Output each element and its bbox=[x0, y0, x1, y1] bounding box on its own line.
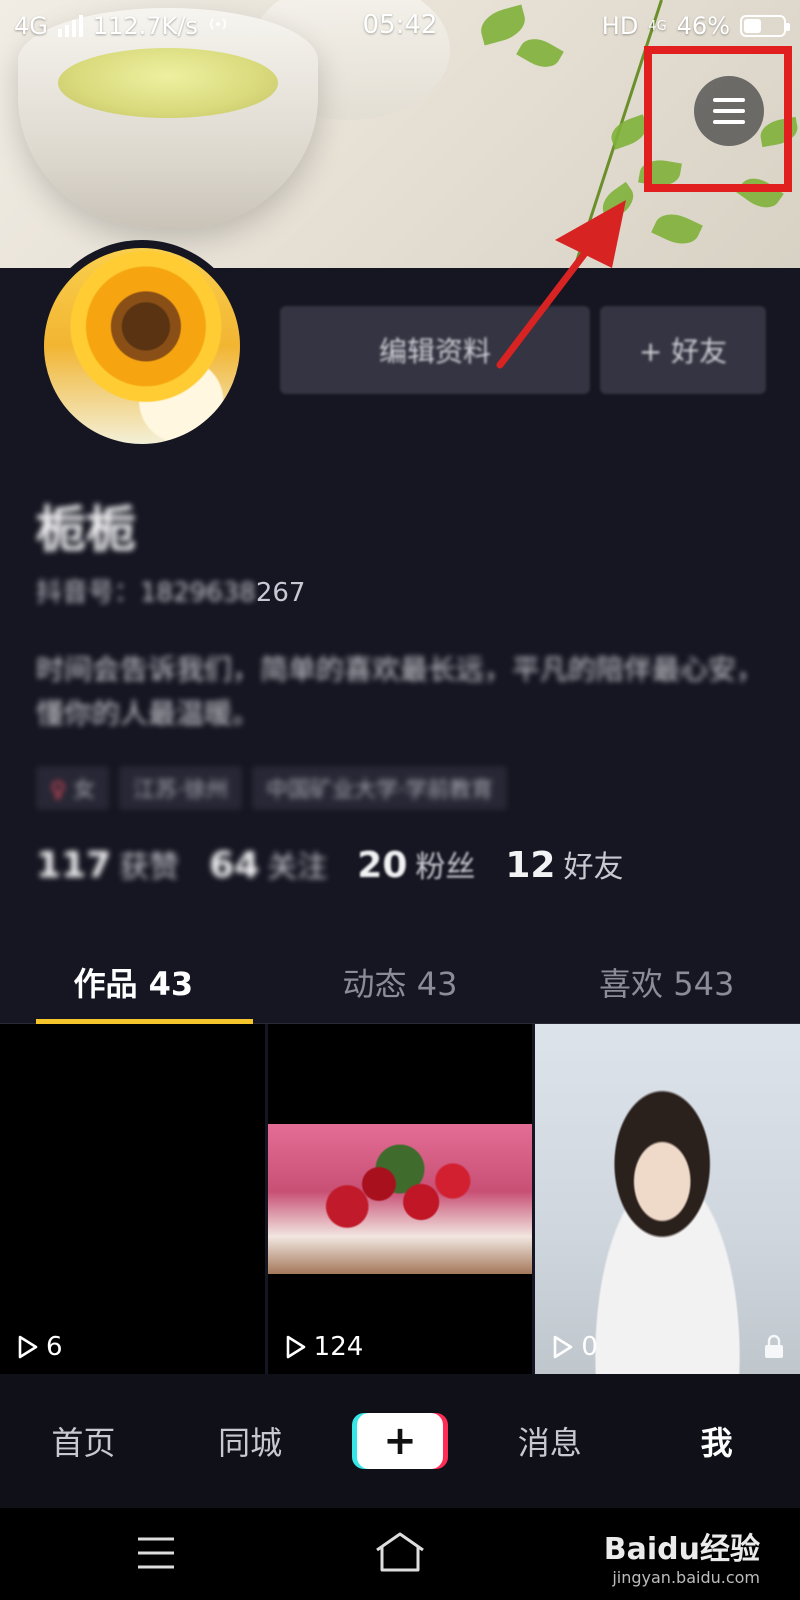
play-count: 0 bbox=[549, 1332, 598, 1362]
tab-likes[interactable]: 喜欢 543 bbox=[533, 940, 800, 1023]
douyin-id-visible: 267 bbox=[255, 578, 306, 608]
stat-following-count: 64 bbox=[209, 845, 260, 886]
baidu-watermark: Baidu经验 jingyan.baidu.com bbox=[604, 1524, 760, 1587]
nav-local[interactable]: 同城 bbox=[190, 1418, 310, 1464]
nav-home[interactable]: 首页 bbox=[23, 1418, 143, 1464]
stat-friends[interactable]: 12 好友 bbox=[505, 842, 623, 886]
cover-fern-leaf bbox=[651, 207, 703, 251]
nav-messages[interactable]: 消息 bbox=[490, 1418, 610, 1464]
school-tag: 中国矿业大学·学前教育 bbox=[252, 766, 508, 810]
profile-bio: 时间会告诉我们，简单的喜欢最长远，平凡的陪伴最心安，懂你的人最温暖。 bbox=[36, 653, 765, 730]
play-count: 124 bbox=[282, 1332, 364, 1362]
hd-indicator: HD bbox=[601, 12, 639, 40]
stat-following[interactable]: 64 关注 bbox=[209, 842, 327, 886]
gender-tag-label: 女 bbox=[73, 778, 96, 803]
stat-likes-count: 117 bbox=[36, 845, 112, 886]
home-icon[interactable] bbox=[374, 1530, 426, 1574]
tab-works[interactable]: 作品 43 bbox=[0, 940, 267, 1024]
tab-activity[interactable]: 动态 43 bbox=[267, 940, 534, 1023]
stat-friends-label: 好友 bbox=[563, 850, 624, 885]
recent-apps-icon[interactable] bbox=[136, 1536, 176, 1570]
play-icon bbox=[286, 1335, 305, 1359]
hotspot-icon bbox=[208, 12, 228, 40]
gender-tag: ♀ 女 bbox=[36, 766, 110, 810]
profile-stats: 117 获赞 64 关注 20 粉丝 12 好友 bbox=[36, 842, 623, 886]
portrait-image bbox=[535, 1024, 800, 1374]
douyin-id-hidden: 1829638 bbox=[140, 578, 256, 608]
douyin-id: 抖音号：1829638267 bbox=[36, 572, 305, 609]
signal-icon bbox=[57, 15, 83, 37]
stat-likes[interactable]: 117 获赞 bbox=[36, 842, 179, 886]
stat-followers-count: 20 bbox=[357, 845, 408, 886]
stat-followers-label: 粉丝 bbox=[415, 850, 476, 885]
network-type: 4G bbox=[14, 12, 48, 40]
watermark-logo: Baidu经验 bbox=[603, 1532, 760, 1567]
play-count-value: 0 bbox=[581, 1332, 598, 1362]
system-navigation-bar: Baidu经验 jingyan.baidu.com bbox=[0, 1508, 800, 1600]
battery-percent: 46% bbox=[676, 12, 730, 40]
status-bar: 4G 112.7K/s 05:42 HD 4G 46% bbox=[0, 0, 800, 52]
video-grid: 6 124 0 bbox=[0, 1024, 800, 1374]
lock-icon bbox=[765, 1334, 784, 1358]
avatar-frame[interactable] bbox=[36, 240, 248, 452]
avatar[interactable] bbox=[44, 248, 240, 444]
profile-name: 栀栀 bbox=[36, 501, 136, 559]
video-thumbnail[interactable]: 6 bbox=[0, 1024, 265, 1374]
annotation-highlight-box bbox=[644, 46, 792, 192]
battery-level bbox=[744, 19, 761, 33]
stat-following-label: 关注 bbox=[267, 850, 328, 885]
profile-tags: ♀ 女 江苏·徐州 中国矿业大学·学前教育 bbox=[36, 766, 508, 810]
video-thumbnail[interactable]: 0 bbox=[535, 1024, 800, 1374]
network-speed: 112.7K/s bbox=[92, 12, 198, 40]
add-friend-button[interactable]: + 好友 bbox=[600, 306, 766, 394]
cover-fern-leaf bbox=[596, 181, 640, 223]
edit-profile-button[interactable]: 编辑资料 bbox=[280, 306, 590, 394]
play-count-value: 124 bbox=[313, 1332, 364, 1362]
nav-me[interactable]: 我 bbox=[657, 1418, 777, 1464]
cover-tea bbox=[58, 48, 278, 118]
play-count: 6 bbox=[14, 1332, 63, 1362]
play-icon bbox=[18, 1335, 38, 1359]
bouquet-image bbox=[267, 1124, 533, 1274]
bottom-navigation: 首页 同城 + 消息 我 bbox=[0, 1374, 800, 1508]
video-thumbnail[interactable]: 124 bbox=[267, 1024, 533, 1374]
content-tabs: 作品 43 动态 43 喜欢 543 bbox=[0, 940, 800, 1024]
play-count-value: 6 bbox=[46, 1332, 63, 1362]
stat-friends-count: 12 bbox=[505, 845, 556, 886]
create-button[interactable]: + bbox=[356, 1413, 443, 1469]
douyin-id-label: 抖音号： bbox=[36, 578, 141, 608]
stat-followers[interactable]: 20 粉丝 bbox=[357, 842, 475, 886]
battery-icon bbox=[740, 15, 790, 37]
stat-likes-label: 获赞 bbox=[119, 850, 180, 885]
watermark-url: jingyan.baidu.com bbox=[612, 1568, 760, 1587]
play-icon bbox=[554, 1335, 573, 1359]
network-type-secondary: 4G bbox=[648, 18, 667, 34]
location-tag: 江苏·徐州 bbox=[119, 766, 243, 810]
female-icon: ♀ bbox=[50, 778, 67, 803]
